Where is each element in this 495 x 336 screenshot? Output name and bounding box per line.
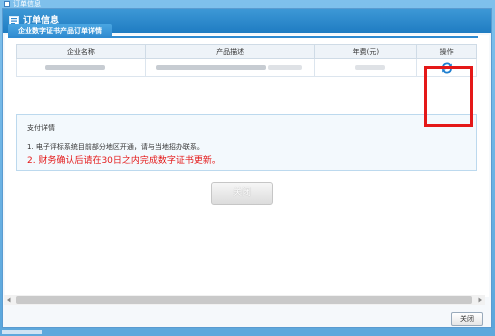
payment-note-2: 2. 财务确认后请在30日之内完成数字证书更新。	[27, 156, 221, 166]
col-header-fee: 年费(元)	[314, 44, 418, 59]
scroll-right-icon[interactable]	[475, 295, 485, 305]
close-button[interactable]: 关闭	[211, 182, 273, 205]
payment-title: 支付详情	[27, 124, 55, 132]
scrollbar-thumb[interactable]	[16, 296, 472, 304]
window-icon	[4, 1, 10, 7]
outer-title: 订单信息	[13, 0, 41, 8]
tab-underline	[8, 36, 478, 38]
outer-titlebar: 订单信息	[0, 0, 495, 8]
col-header-product: 产品描述	[144, 44, 316, 59]
scroll-left-icon[interactable]	[4, 295, 14, 305]
payment-details-box: 支付详情 1. 电子评标系统目前部分地区开通，请与当地招办联系。 2. 财务确认…	[16, 114, 477, 171]
highlight-annotation	[424, 66, 473, 127]
horizontal-scrollbar[interactable]	[4, 295, 485, 305]
redacted-text	[267, 65, 302, 70]
cell-fee-redacted	[314, 58, 418, 77]
col-header-action: 操作	[416, 44, 477, 59]
taskbar-fragment	[2, 330, 42, 334]
redacted-text	[45, 65, 105, 70]
footer-close-button[interactable]: 关闭	[451, 312, 483, 326]
outer-window: 订单信息 订单信息 企业数字证书产品订单详情 企业名称 产品描述 年费(元) 操…	[0, 0, 495, 336]
bottom-strip	[0, 328, 495, 336]
cell-product-redacted	[144, 58, 316, 77]
order-table: 企业名称 产品描述 年费(元) 操作	[16, 44, 477, 77]
redacted-text	[155, 65, 266, 70]
redacted-text	[355, 65, 386, 70]
table-header-row: 企业名称 产品描述 年费(元) 操作	[16, 44, 477, 59]
table-row	[16, 58, 477, 77]
payment-note-1: 1. 电子评标系统目前部分地区开通，请与当地招办联系。	[27, 143, 204, 151]
col-header-company: 企业名称	[16, 44, 146, 59]
cell-company-redacted	[16, 58, 146, 77]
